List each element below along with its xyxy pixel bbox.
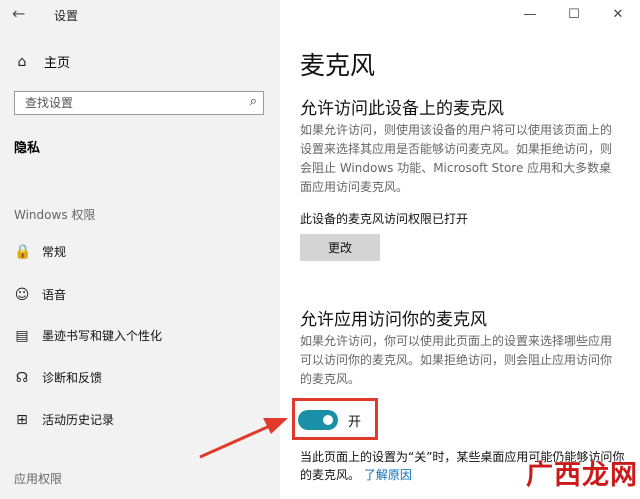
device-access-heading: 允许访问此设备上的麦克风 <box>300 99 504 119</box>
search-input[interactable] <box>23 95 237 111</box>
main-panel: — ☐ ✕ 麦克风 允许访问此设备上的麦克风 如果允许访问，则使用该设备的用户将… <box>280 0 640 499</box>
toggle-label: 开 <box>348 414 362 430</box>
group-label-app-permissions: 应用权限 <box>14 472 63 486</box>
window-title: 设置 <box>54 9 79 23</box>
watermark: 广西龙网 <box>526 460 638 491</box>
sidebar-item-general[interactable]: 🔒 常规 <box>14 243 66 260</box>
app-access-toggle[interactable] <box>298 410 338 430</box>
sidebar-item-speech[interactable]: ☺ 语音 <box>14 286 66 303</box>
toggle-knob <box>323 415 333 425</box>
home-icon: ⌂ <box>17 53 27 70</box>
sidebar-item-inking[interactable]: ▤ 墨迹书写和键入个性化 <box>14 327 162 344</box>
device-access-status: 此设备的麦克风访问权限已打开 <box>300 212 469 226</box>
history-icon: ⊞ <box>16 411 28 428</box>
sidebar-item-label: 主页 <box>44 56 71 71</box>
back-arrow-icon[interactable]: ← <box>12 4 25 23</box>
device-access-description: 如果允许访问，则使用该设备的用户将可以使用该页面上的设置来选择其应用是否能够访问… <box>300 123 613 194</box>
ink-icon: ▤ <box>15 327 29 344</box>
sidebar-item-label: 墨迹书写和键入个性化 <box>42 329 163 343</box>
search-icon[interactable]: ⌕ <box>250 94 257 109</box>
speech-icon: ☺ <box>14 286 30 303</box>
sidebar: ← 设置 ⌂ 主页 ⌕ 隐私 Windows 权限 🔒 常规 ☺ 语音 ▤ 墨迹… <box>0 0 280 499</box>
sidebar-item-label: 诊断和反馈 <box>42 371 103 385</box>
window-controls: — ☐ ✕ <box>508 0 640 28</box>
search-box[interactable]: ⌕ <box>14 91 264 115</box>
sidebar-item-label: 活动历史记录 <box>42 413 115 427</box>
sidebar-item-home[interactable]: ⌂ 主页 <box>14 52 71 72</box>
app-access-heading: 允许应用访问你的麦克风 <box>300 310 487 330</box>
sidebar-item-label: 语音 <box>42 288 67 302</box>
close-button[interactable]: ✕ <box>596 0 640 28</box>
feedback-icon: ☊ <box>15 369 29 386</box>
section-title-privacy: 隐私 <box>14 141 41 156</box>
lock-icon: 🔒 <box>14 243 32 260</box>
page-title: 麦克风 <box>300 51 376 80</box>
sidebar-item-diagnostics[interactable]: ☊ 诊断和反馈 <box>14 369 102 386</box>
sidebar-item-label: 常规 <box>42 245 67 259</box>
app-access-description: 如果允许访问，你可以使用此页面上的设置来选择哪些应用可以访问你的麦克风。如果拒绝… <box>300 334 613 386</box>
sidebar-item-activity-history[interactable]: ⊞ 活动历史记录 <box>14 411 114 428</box>
app-access-toggle-row[interactable]: 开 <box>298 410 361 430</box>
maximize-button[interactable]: ☐ <box>552 0 596 28</box>
change-button[interactable]: 更改 <box>300 234 380 261</box>
minimize-button[interactable]: — <box>508 0 552 28</box>
learn-more-link[interactable]: 了解原因 <box>364 468 412 482</box>
group-label-windows-permissions: Windows 权限 <box>14 208 96 222</box>
